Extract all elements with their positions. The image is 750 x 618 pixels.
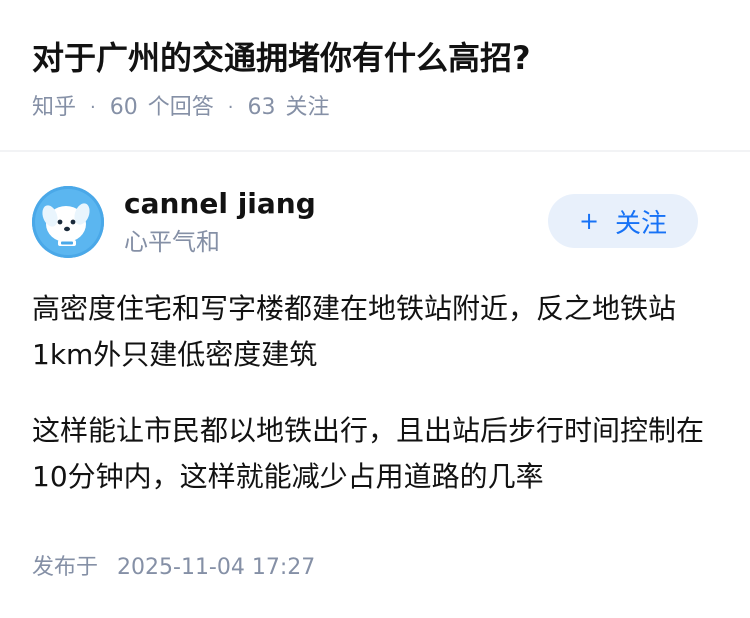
author-row: cannel jiang 心平气和 + 关注 <box>32 186 698 258</box>
source-label[interactable]: 知乎 <box>32 86 76 130</box>
answer-paragraph: 高密度住宅和写字楼都建在地铁站附近，反之地铁站1km外只建低密度建筑 <box>32 292 677 371</box>
author-bio: 心平气和 <box>124 228 220 256</box>
publish-time: 2025-11-04 17:27 <box>117 555 316 580</box>
question-meta: 知乎 · 60 个回答 · 63 关注 <box>32 86 718 130</box>
plus-icon: + <box>578 207 600 235</box>
follow-count: 63 <box>247 95 276 120</box>
follow-button[interactable]: + 关注 <box>548 194 698 248</box>
divider <box>0 150 750 152</box>
separator-dot: · <box>90 97 96 118</box>
answer-count: 60 <box>109 95 138 120</box>
question-header: 对于广州的交通拥堵你有什么高招? 知乎 · 60 个回答 · 63 关注 <box>32 30 718 130</box>
author-name[interactable]: cannel jiang <box>124 186 316 222</box>
answer-content: 高密度住宅和写字楼都建在地铁站附近，反之地铁站1km外只建低密度建筑 这样能让市… <box>32 286 710 530</box>
question-title[interactable]: 对于广州的交通拥堵你有什么高招? <box>32 30 718 86</box>
avatar[interactable] <box>32 186 104 258</box>
follow-button-label: 关注 <box>615 208 668 239</box>
follow-count-label: 关注 <box>285 95 330 120</box>
separator-dot: · <box>227 97 234 118</box>
answer-count-label: 个回答 <box>147 95 214 120</box>
answer-paragraph: 这样能让市民都以地铁出行，且出站后步行时间控制在10分钟内，这样就能减少占用道路… <box>32 414 705 493</box>
publish-label: 发布于 <box>32 555 99 580</box>
publish-info: 发布于 2025-11-04 17:27 <box>32 550 315 586</box>
avatar-image <box>32 186 104 258</box>
